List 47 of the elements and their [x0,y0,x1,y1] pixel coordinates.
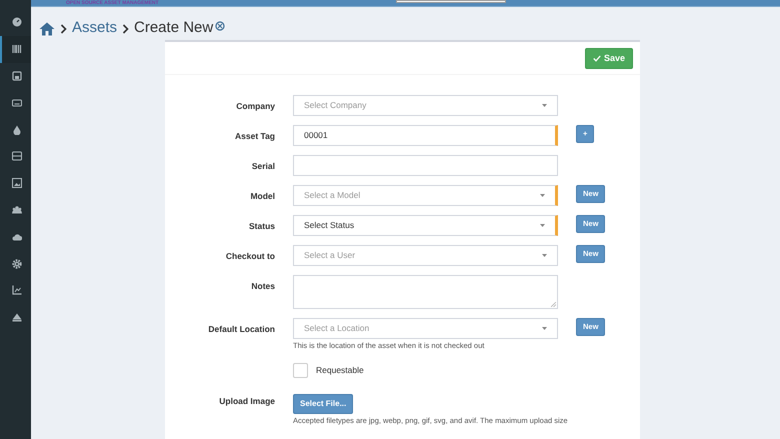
checkbox-label: Requestable [316,364,364,376]
barcode-icon [12,44,22,54]
settings-icon [12,258,22,269]
search-field[interactable] [396,0,506,3]
eject-icon [12,312,22,322]
field-label: Notes [251,281,275,291]
close-icon[interactable] [215,20,226,30]
checkbox[interactable] [293,362,308,378]
home-icon[interactable] [39,22,55,36]
image-icon [12,178,22,188]
users-icon [12,204,22,215]
select-field[interactable]: Select Company [293,95,558,116]
field-label: Upload Image [219,396,275,406]
field-label: Asset Tag [235,131,275,141]
input-field[interactable] [293,155,558,176]
field-label: Status [249,221,275,231]
field-label: Checkout to [226,251,275,261]
save-button[interactable]: Save [584,48,633,68]
breadcrumb-current: Create New [134,18,214,38]
floppy-icon [12,70,22,81]
resize-handle-icon[interactable] [551,302,556,307]
caret-icon [540,194,545,197]
cloud-icon [12,232,22,242]
caret-icon [542,254,547,257]
select-file-button[interactable]: Select File... [293,394,354,414]
field-label: Model [250,191,275,201]
drop-icon [12,124,22,135]
field-label: Serial [252,161,275,171]
check-icon [592,54,601,62]
caret-icon [540,224,545,227]
select-field[interactable]: Select a Model [293,185,558,206]
caret-icon [542,327,547,330]
chart-icon [12,285,22,296]
input-field[interactable]: 00001 [293,125,558,146]
chevron-icon [122,24,130,34]
field-label: Default Location [208,324,275,334]
chevron-icon [60,24,67,34]
sidebar-item[interactable] [0,36,31,63]
caret-icon [542,104,547,107]
breadcrumb-link[interactable]: Assets [72,17,118,40]
select-field[interactable]: Select Status [293,215,558,236]
select-field[interactable]: Select a Location [293,318,558,339]
gauge-icon [12,17,22,28]
select-field[interactable]: Select a User [293,245,558,266]
field-label: Company [236,101,275,111]
keyboard-icon [12,98,22,108]
drive-icon [12,151,22,162]
